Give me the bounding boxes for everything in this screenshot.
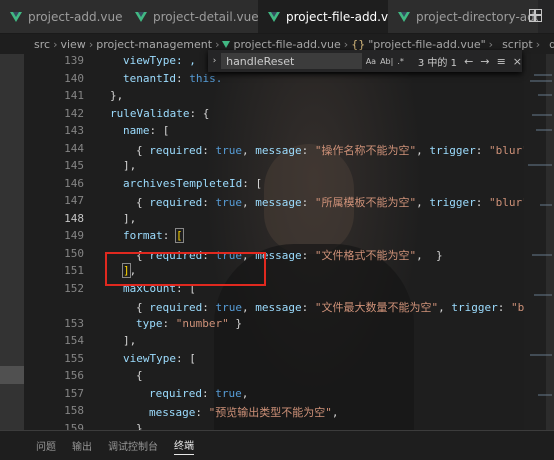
code-line: viewType: [	[123, 351, 196, 365]
chevron-right-icon: ›	[535, 37, 541, 51]
previous-match-button[interactable]: ←	[464, 55, 473, 68]
symbol-icon	[542, 41, 548, 47]
line-number: 150	[64, 246, 84, 260]
tab-project-add[interactable]: project-add.vue	[0, 0, 144, 33]
vue-file-icon	[398, 11, 410, 22]
panel-tab-output[interactable]: 输出	[72, 438, 92, 453]
vue-file-icon	[10, 11, 22, 22]
bottom-panel-tabs: 问题 输出 调试控制台 终端	[0, 430, 554, 460]
line-number: 144	[64, 141, 84, 155]
code-line: ],	[123, 211, 137, 225]
tab-label: project-directory-add.vue	[416, 9, 538, 24]
breadcrumb-item[interactable]: src	[34, 38, 50, 51]
close-find-button[interactable]: ×	[513, 55, 522, 68]
code-line: name: [	[123, 124, 170, 137]
next-match-button[interactable]: →	[480, 55, 489, 68]
line-number: 140	[64, 71, 84, 85]
tab-label: project-add.vue	[28, 9, 123, 24]
braces-icon: {}	[351, 37, 366, 51]
line-number: 152	[64, 281, 84, 295]
line-number: 139	[64, 54, 84, 67]
chevron-right-icon: ›	[53, 37, 58, 51]
code-line: required: true,	[149, 386, 249, 400]
code-line: type: "number" }	[136, 316, 242, 330]
line-number: 149	[64, 229, 84, 242]
find-in-selection-button[interactable]: ≡	[497, 55, 506, 68]
code-line: { required: true, message: "操作名称不能为空", t…	[136, 143, 542, 157]
vue-file-icon	[135, 11, 147, 22]
line-number: 154	[64, 334, 84, 347]
tab-label: project-file-add.vue	[286, 9, 404, 24]
line-number: 147	[64, 194, 84, 207]
find-input[interactable]: handleReset	[221, 53, 362, 69]
line-number: 145	[64, 159, 84, 172]
vertical-scrollbar[interactable]	[546, 54, 554, 430]
find-result-count: 3 中的 1	[417, 57, 457, 69]
panel-tab-debug-console[interactable]: 调试控制台	[108, 438, 158, 453]
line-number: 156	[64, 369, 84, 382]
panel-tab-terminal[interactable]: 终端	[174, 437, 194, 455]
breadcrumb-item[interactable]: "project-file-add.vue"	[368, 38, 485, 51]
chevron-right-icon[interactable]: ›	[208, 56, 221, 66]
chevron-right-icon: ›	[215, 37, 220, 51]
explorer-selection	[0, 366, 24, 384]
match-case-button[interactable]: Aa	[366, 57, 376, 66]
code-line: {	[136, 369, 143, 382]
line-number: 141	[64, 89, 84, 102]
line-number: 153	[64, 316, 84, 330]
line-number: 159	[64, 421, 84, 431]
breadcrumb-item[interactable]: data	[549, 38, 554, 51]
tab-project-directory-add[interactable]: project-directory-add.vue	[388, 0, 539, 33]
line-number: 158	[64, 404, 84, 417]
line-number: 142	[64, 106, 84, 120]
explorer-strip	[0, 54, 24, 430]
symbol-icon	[495, 41, 501, 47]
line-number: 143	[64, 124, 84, 137]
editor-tab-bar: project-add.vue project-detail.vue proje…	[0, 0, 554, 34]
breadcrumb-item[interactable]: project-file-add.vue	[233, 38, 340, 51]
minimap[interactable]	[524, 54, 554, 430]
split-editor-icon[interactable]	[529, 9, 542, 22]
code-line: viewType: ,	[123, 54, 196, 67]
code-line: { required: true, message: "文件最大数量不能为空",…	[136, 301, 554, 314]
line-number: 155	[64, 351, 84, 365]
code-line: ],	[123, 159, 137, 172]
breadcrumb-item[interactable]: script	[502, 38, 533, 51]
line-number: 157	[64, 386, 84, 400]
code-line: },	[110, 89, 124, 102]
breadcrumb-item[interactable]: project-management	[96, 38, 212, 51]
code-line: ruleValidate: {	[110, 106, 210, 120]
line-number: 151	[64, 264, 84, 277]
chevron-right-icon: ›	[88, 37, 94, 51]
tab-project-detail[interactable]: project-detail.vue	[125, 0, 277, 33]
red-highlight-box	[105, 252, 266, 286]
code-line: ],	[123, 334, 137, 347]
vue-file-icon	[268, 11, 280, 22]
code-line: { required: true, message: "所属模板不能为空", t…	[136, 196, 542, 209]
line-number: 148	[64, 211, 84, 225]
line-number: 146	[64, 176, 84, 190]
breadcrumb-item[interactable]: view	[60, 38, 85, 51]
code-line: message: "预览输出类型不能为空",	[149, 406, 339, 419]
tab-project-file-add[interactable]: project-file-add.vue ×	[258, 0, 407, 33]
tab-label: project-detail.vue	[153, 9, 259, 24]
whole-word-button[interactable]: Ab|	[380, 57, 393, 66]
code-line: archivesTempleteId: [	[123, 176, 263, 190]
code-line: }	[136, 421, 143, 431]
chevron-right-icon: ›	[343, 37, 349, 51]
chevron-right-icon: ›	[488, 37, 494, 51]
code-editor[interactable]: 139 140 141 142 143 144 145 146 147 148 …	[24, 54, 554, 430]
regex-button[interactable]: .*	[397, 57, 404, 66]
code-line: tenantId: this.	[123, 71, 223, 85]
panel-tab-problems[interactable]: 问题	[36, 438, 56, 453]
vue-file-icon	[222, 40, 231, 48]
code-line: format: [	[123, 228, 184, 243]
find-widget: › handleReset Aa Ab| .* 3 中的 1 ← → ≡ ×	[208, 50, 522, 72]
